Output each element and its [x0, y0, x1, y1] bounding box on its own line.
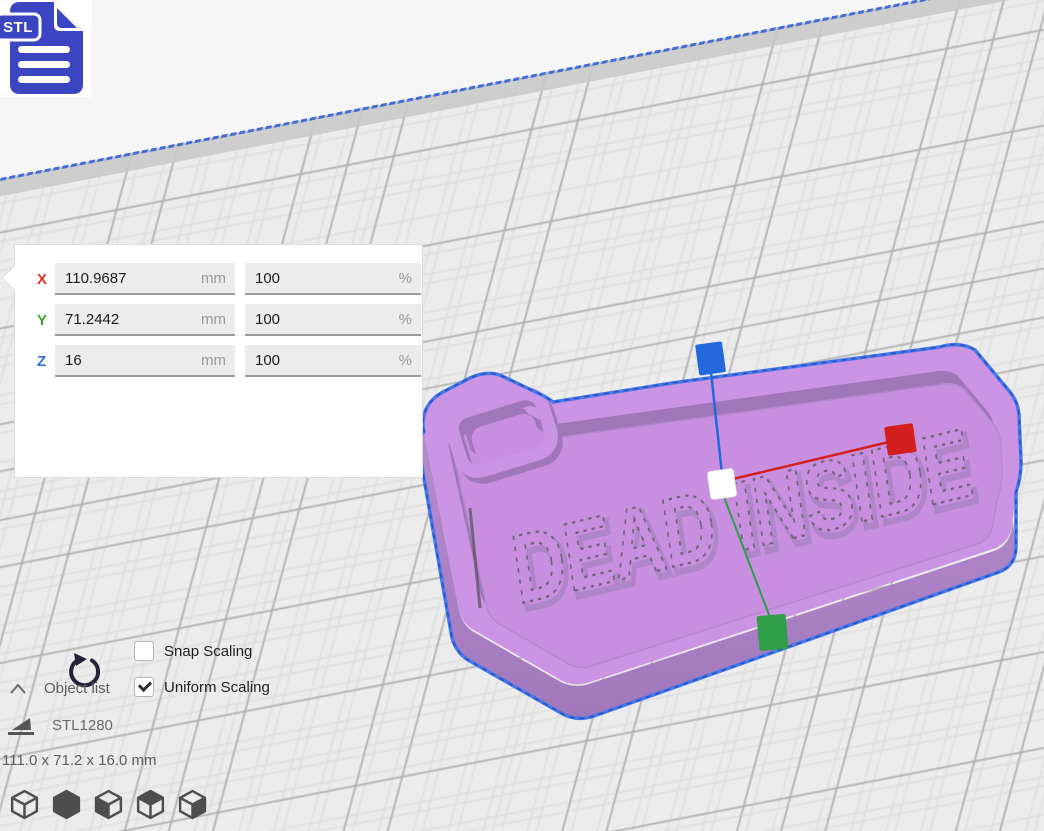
y-size-input[interactable]: [55, 304, 235, 334]
snap-scaling-checkbox[interactable]: [134, 641, 154, 661]
object-list-header[interactable]: Object list: [8, 680, 110, 697]
y-axis-label: Y: [37, 312, 47, 329]
z-axis-label: Z: [37, 353, 46, 370]
y-percent-input[interactable]: [245, 304, 421, 334]
chevron-up-icon: [8, 681, 28, 697]
stl-label: STL: [0, 14, 40, 40]
x-percent-input[interactable]: [245, 263, 421, 293]
cube-wireframe-icon: [8, 788, 41, 821]
stl-file-badge[interactable]: STL: [0, 0, 92, 97]
z-percent-input[interactable]: [245, 345, 421, 375]
scale-row-z: Z mm %: [15, 345, 422, 379]
center-handle[interactable]: [707, 468, 737, 499]
view-3d-button[interactable]: [8, 788, 41, 821]
cube-top-face-icon: [134, 788, 167, 821]
z-axis-handle[interactable]: [695, 341, 726, 375]
model-dimensions: 111.0 x 71.2 x 16.0 mm: [2, 752, 157, 769]
slicer-viewport: DEAD INSIDE DEAD INSIDE STL: [0, 0, 1044, 831]
z-size-input[interactable]: [55, 345, 235, 375]
uniform-scaling-checkbox[interactable]: [134, 677, 154, 697]
object-name: STL1280: [52, 717, 113, 734]
view-left-button[interactable]: [134, 788, 167, 821]
view-top-button[interactable]: [92, 788, 125, 821]
scale-row-y: Y mm %: [15, 304, 422, 338]
uniform-scaling-row: Uniform Scaling: [134, 677, 270, 697]
cube-left-face-icon: [92, 788, 125, 821]
x-axis-handle[interactable]: [884, 423, 917, 456]
view-front-button[interactable]: [50, 788, 83, 821]
lay-flat-wedge-icon: [6, 712, 36, 738]
view-right-button[interactable]: [176, 788, 209, 821]
scale-tool-panel: X mm % Y mm % Z mm: [14, 244, 423, 478]
x-axis-label: X: [37, 271, 47, 288]
object-list-item[interactable]: STL1280: [6, 712, 113, 738]
uniform-scaling-label: Uniform Scaling: [164, 679, 270, 696]
cube-solid-icon: [50, 788, 83, 821]
scale-row-x: X mm %: [15, 263, 422, 297]
y-axis-handle[interactable]: [757, 614, 789, 651]
svg-text:STL: STL: [3, 19, 33, 36]
x-size-input[interactable]: [55, 263, 235, 293]
snap-scaling-label: Snap Scaling: [164, 643, 252, 660]
snap-scaling-row: Snap Scaling: [134, 641, 252, 661]
cube-right-face-icon: [176, 788, 209, 821]
object-list-title: Object list: [44, 680, 110, 697]
camera-view-toolbar: [8, 788, 209, 821]
